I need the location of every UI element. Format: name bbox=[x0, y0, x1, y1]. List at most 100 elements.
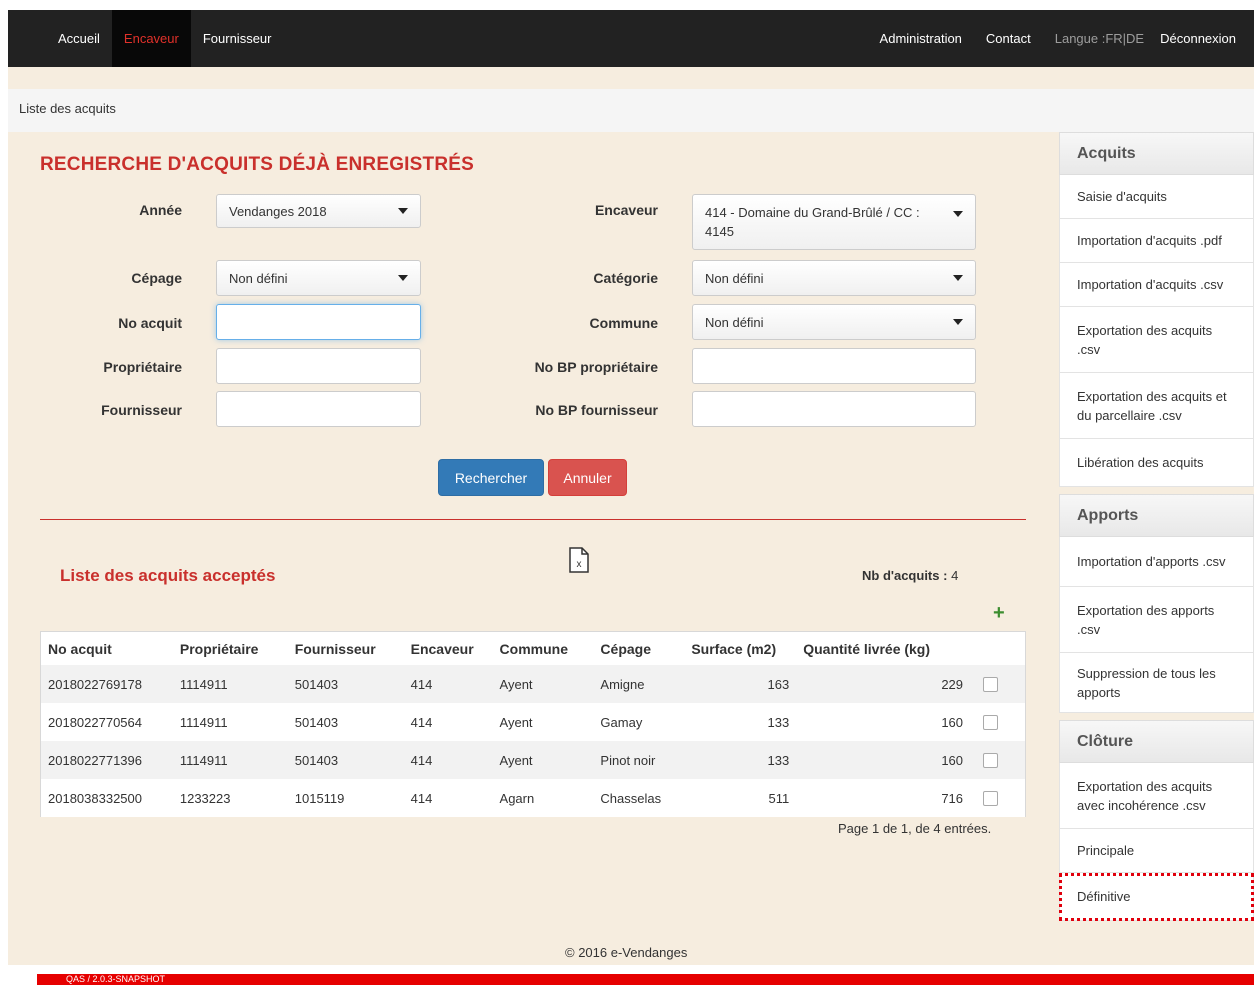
sidebar-item-import-apports[interactable]: Importation d'apports .csv bbox=[1059, 537, 1254, 587]
sidebar-item-saisie-acquits[interactable]: Saisie d'acquits bbox=[1059, 175, 1254, 219]
version-label: QAS / 2.0.3-SNAPSHOT bbox=[66, 974, 166, 984]
nav-encaveur[interactable]: Encaveur bbox=[111, 10, 191, 67]
panel-apports-title: Apports bbox=[1059, 494, 1254, 537]
col-no-acquit[interactable]: No acquit bbox=[41, 641, 173, 657]
cell-cepage: Gamay bbox=[600, 714, 643, 730]
sidebar-item-export-apports[interactable]: Exportation des apports .csv bbox=[1059, 587, 1254, 653]
no-bp-fournisseur-input[interactable] bbox=[692, 391, 976, 427]
cell-cepage: Pinot noir bbox=[600, 752, 656, 768]
categorie-select[interactable]: Non défini bbox=[692, 260, 976, 296]
list-title: Liste des acquits acceptés bbox=[60, 566, 276, 585]
cell-surface: 133 bbox=[767, 752, 790, 768]
categorie-value: Non défini bbox=[705, 270, 764, 286]
label-encaveur: Encaveur bbox=[594, 202, 658, 218]
header-band bbox=[8, 67, 1254, 89]
main-content: RECHERCHE D'ACQUITS DÉJÀ ENREGISTRÉS Ann… bbox=[8, 132, 1058, 965]
nav-accueil[interactable]: Accueil bbox=[8, 10, 112, 67]
cell-quantite: 160 bbox=[941, 714, 964, 730]
table-row[interactable]: 2018038332500 1233223 1015119 414 Agarn … bbox=[41, 779, 1025, 817]
sidebar-item-export-incoherence[interactable]: Exportation des acquits avec incohérence… bbox=[1059, 763, 1254, 829]
nav-contact[interactable]: Contact bbox=[974, 10, 1043, 67]
row-select-cell bbox=[970, 790, 1025, 806]
cell-fournisseur: 501403 bbox=[294, 714, 339, 730]
cancel-button[interactable]: Annuler bbox=[548, 459, 627, 496]
count-label: Nb d'acquits : bbox=[862, 568, 948, 583]
acquits-count: Nb d'acquits : 4 bbox=[862, 568, 958, 583]
row-checkbox[interactable] bbox=[983, 790, 999, 806]
label-no-acquit: No acquit bbox=[118, 315, 182, 331]
table-row[interactable]: 2018022770564 1114911 501403 414 Ayent G… bbox=[41, 703, 1025, 741]
version-bar: QAS / 2.0.3-SNAPSHOT bbox=[37, 974, 1254, 985]
col-quantite[interactable]: Quantité livrée (kg) bbox=[796, 641, 970, 657]
col-surface[interactable]: Surface (m2) bbox=[684, 641, 796, 657]
chevron-down-icon bbox=[953, 319, 963, 325]
acquits-table: No acquit Propriétaire Fournisseur Encav… bbox=[40, 631, 1026, 817]
encaveur-select[interactable]: 414 - Domaine du Grand-Brûlé / CC : 4145 bbox=[692, 194, 976, 250]
row-select-cell bbox=[970, 714, 1025, 730]
row-checkbox[interactable] bbox=[983, 676, 999, 692]
label-categorie: Catégorie bbox=[593, 270, 658, 286]
section-divider bbox=[40, 519, 1026, 520]
cell-quantite: 229 bbox=[941, 676, 964, 692]
no-acquit-input[interactable] bbox=[216, 304, 421, 340]
label-no-bp-fournisseur: No BP fournisseur bbox=[535, 402, 658, 418]
sidebar-item-suppression-apports[interactable]: Suppression de tous les apports bbox=[1059, 653, 1254, 713]
col-commune[interactable]: Commune bbox=[493, 641, 594, 657]
cell-commune: Agarn bbox=[499, 790, 535, 806]
nav-administration[interactable]: Administration bbox=[868, 10, 974, 67]
fournisseur-input[interactable] bbox=[216, 391, 421, 427]
row-checkbox[interactable] bbox=[983, 752, 999, 768]
cell-encaveur: 414 bbox=[410, 790, 433, 806]
cell-proprietaire: 1114911 bbox=[179, 676, 228, 692]
annee-select[interactable]: Vendanges 2018 bbox=[216, 194, 421, 228]
cell-quantite: 716 bbox=[941, 790, 964, 806]
page-title: RECHERCHE D'ACQUITS DÉJÀ ENREGISTRÉS bbox=[40, 154, 474, 175]
nav-logout[interactable]: Déconnexion bbox=[1148, 10, 1254, 67]
annee-value: Vendanges 2018 bbox=[229, 203, 327, 219]
cell-no-acquit: 2018022769178 bbox=[48, 676, 142, 692]
svg-text:x: x bbox=[577, 559, 582, 570]
chevron-down-icon bbox=[398, 275, 408, 281]
cell-fournisseur: 1015119 bbox=[294, 790, 345, 806]
cell-quantite: 160 bbox=[941, 752, 964, 768]
sidebar-item-import-acquits-pdf[interactable]: Importation d'acquits .pdf bbox=[1059, 219, 1254, 263]
chevron-down-icon bbox=[398, 208, 408, 214]
col-encaveur[interactable]: Encaveur bbox=[404, 641, 493, 657]
col-fournisseur[interactable]: Fournisseur bbox=[288, 641, 404, 657]
commune-select[interactable]: Non défini bbox=[692, 304, 976, 340]
panel-acquits-title: Acquits bbox=[1059, 132, 1254, 175]
label-fournisseur: Fournisseur bbox=[101, 402, 182, 418]
footer-copyright: © 2016 e-Vendanges bbox=[565, 945, 688, 960]
add-icon[interactable]: + bbox=[993, 602, 1005, 625]
cell-surface: 163 bbox=[767, 676, 790, 692]
label-annee: Année bbox=[139, 202, 182, 218]
cell-commune: Ayent bbox=[499, 752, 533, 768]
top-navbar: Accueil Encaveur Fournisseur Administrat… bbox=[8, 10, 1254, 67]
cell-encaveur: 414 bbox=[410, 714, 433, 730]
cell-proprietaire: 1114911 bbox=[179, 714, 228, 730]
cell-no-acquit: 2018022770564 bbox=[48, 714, 142, 730]
label-commune: Commune bbox=[589, 315, 658, 331]
language-switch[interactable]: Langue :FR|DE bbox=[1043, 10, 1148, 67]
sidebar-item-cloture-principale[interactable]: Principale bbox=[1059, 829, 1254, 873]
cepage-select[interactable]: Non défini bbox=[216, 260, 421, 296]
proprietaire-input[interactable] bbox=[216, 348, 421, 384]
row-checkbox[interactable] bbox=[983, 714, 999, 730]
sidebar-item-import-acquits-csv[interactable]: Importation d'acquits .csv bbox=[1059, 263, 1254, 307]
cell-surface: 133 bbox=[767, 714, 790, 730]
label-cepage: Cépage bbox=[131, 270, 182, 286]
sidebar-item-export-acquits-csv[interactable]: Exportation des acquits .csv bbox=[1059, 307, 1254, 373]
table-row[interactable]: 2018022769178 1114911 501403 414 Ayent A… bbox=[41, 665, 1025, 703]
col-cepage[interactable]: Cépage bbox=[593, 641, 684, 657]
encaveur-value: 414 - Domaine du Grand-Brûlé / CC : 4145 bbox=[705, 205, 920, 239]
sidebar-item-cloture-definitive[interactable]: Définitive bbox=[1059, 873, 1254, 921]
nav-fournisseur[interactable]: Fournisseur bbox=[191, 10, 284, 67]
no-bp-proprietaire-input[interactable] bbox=[692, 348, 976, 384]
excel-export-icon[interactable]: x bbox=[569, 547, 589, 576]
col-proprietaire[interactable]: Propriétaire bbox=[173, 641, 288, 657]
commune-value: Non défini bbox=[705, 314, 764, 330]
table-row[interactable]: 2018022771396 1114911 501403 414 Ayent P… bbox=[41, 741, 1025, 779]
search-button[interactable]: Rechercher bbox=[438, 459, 544, 496]
sidebar-item-liberation-acquits[interactable]: Libération des acquits bbox=[1059, 439, 1254, 487]
sidebar-item-export-acquits-parcellaire[interactable]: Exportation des acquits et du parcellair… bbox=[1059, 373, 1254, 439]
